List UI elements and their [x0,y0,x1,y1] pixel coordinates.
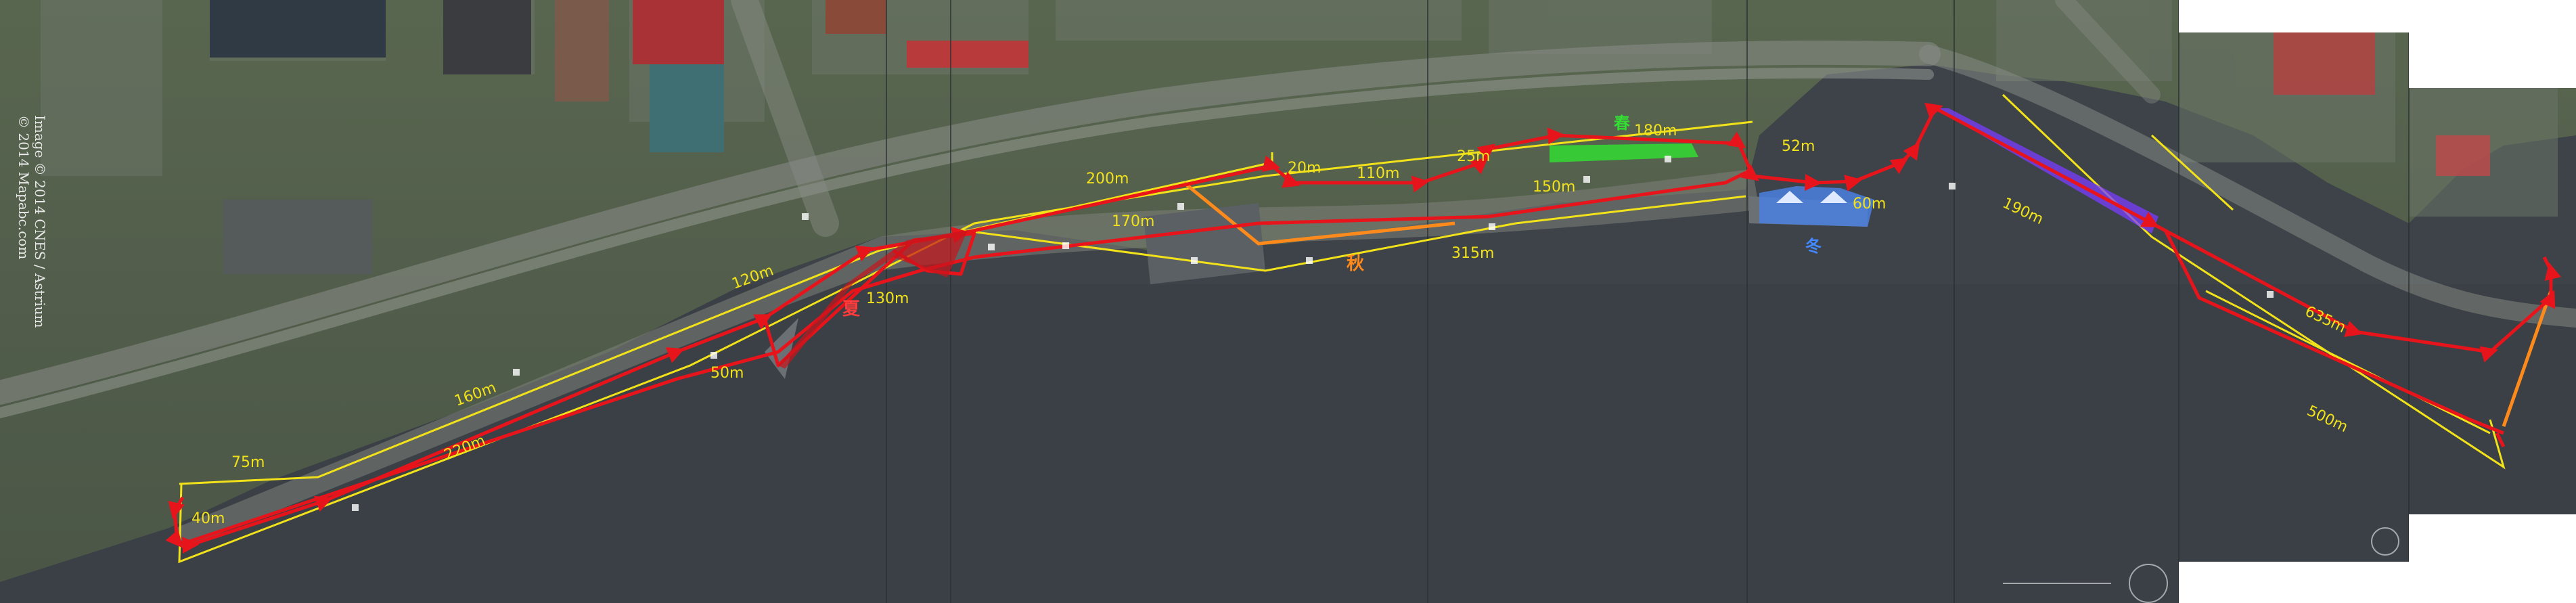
blank-area-top-right-2 [2179,0,2409,32]
distance-label: 180m [1634,122,1677,139]
distance-label: 130m [866,290,909,307]
satellite-map[interactable]: Image © 2014 CNES / Astrium © 2014 Mapab… [0,0,2576,603]
zone-label-spring: 春 [1614,114,1630,133]
distance-label: 60m [1853,196,1886,213]
zone-label-autumn: 秋 [1347,254,1365,274]
distance-label: 20m [1288,160,1321,177]
distance-label: 110m [1357,165,1399,182]
blank-area-bottom-right [2409,514,2576,603]
distance-label: 170m [1112,213,1154,230]
distance-label: 52m [1782,138,1815,155]
svg-text:© 2014 Mapabc.com: © 2014 Mapabc.com [16,115,32,259]
distance-label: 200m [1086,171,1129,187]
distance-label: 315m [1451,245,1494,262]
distance-label: 150m [1533,179,1575,196]
blank-area-top-right [2409,0,2576,88]
distance-label: 40m [191,510,225,527]
zone-label-summer: 夏 [842,299,861,319]
distance-label: 50m [710,365,744,382]
distance-label: 75m [231,454,265,471]
zone-label-winter: 冬 [1805,237,1822,256]
svg-text:Image © 2014 CNES / Astrium: Image © 2014 CNES / Astrium [32,115,48,328]
distance-label: 25m [1457,148,1490,165]
blank-area-bottom-mid [2179,562,2409,603]
